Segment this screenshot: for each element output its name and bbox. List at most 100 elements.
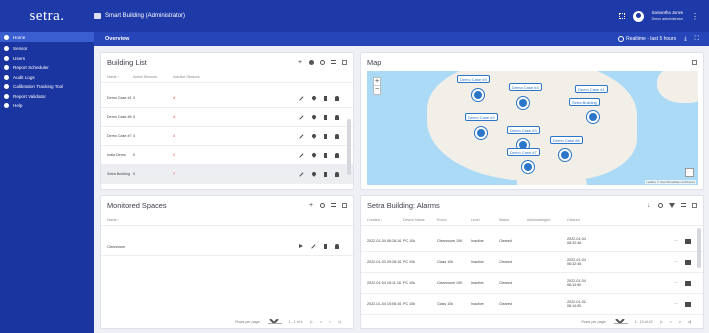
map-marker-icon[interactable]: [559, 149, 571, 161]
column-status[interactable]: Status: [499, 218, 527, 222]
fullscreen-icon[interactable]: ⛶: [695, 36, 699, 43]
zoom-out-button[interactable]: −: [374, 86, 380, 94]
map-label-demo-case-7[interactable]: Demo Case #7: [507, 148, 540, 156]
sidebar-item-report-validator[interactable]: Report Validator: [0, 92, 94, 102]
more-icon[interactable]: ···: [674, 239, 678, 244]
column-device[interactable]: Device Name: [403, 218, 437, 222]
sidebar-item-audit-logs[interactable]: Audit Logs: [0, 73, 94, 83]
sidebar-item-sensor[interactable]: Sensor: [0, 44, 94, 54]
sidebar-item-users[interactable]: Users: [0, 54, 94, 64]
last-page-icon[interactable]: >|: [338, 320, 341, 324]
column-cleared[interactable]: Cleared: [567, 218, 597, 222]
sidebar-item-help[interactable]: Help: [0, 101, 94, 111]
edit-icon[interactable]: [298, 114, 304, 120]
sidebar-item-home[interactable]: Home: [0, 32, 94, 42]
table-row[interactable]: 2022-01-04 08:28:16 PC 10k Cleanroom 10K…: [361, 231, 703, 252]
location-icon[interactable]: [310, 113, 317, 120]
map-label-demo-case-5[interactable]: Demo Case #5: [457, 75, 490, 83]
map-label-demo-case-2[interactable]: Demo Case #2: [465, 113, 498, 121]
columns-icon[interactable]: [331, 203, 336, 207]
column-acknowledged[interactable]: Acknowledged: [527, 218, 567, 222]
map-attribution[interactable]: Leaflet | © OpenStreetMap contributors: [645, 180, 696, 184]
search-icon[interactable]: [658, 202, 663, 208]
delete-icon[interactable]: [323, 114, 327, 120]
first-page-icon[interactable]: |<: [310, 320, 313, 324]
alarm-icon[interactable]: [335, 114, 339, 120]
sidebar-item-calibration[interactable]: Calibration Tracking Tool: [0, 82, 94, 92]
table-row[interactable]: 2022-01-04 16:11:16 PC 10k Cleanroom 10K…: [361, 273, 703, 294]
table-row[interactable]: Cleanroom: [101, 238, 353, 256]
alarm-icon[interactable]: [335, 152, 339, 158]
comment-icon[interactable]: [685, 280, 691, 286]
delete-icon[interactable]: [323, 95, 327, 101]
expand-icon[interactable]: [692, 59, 697, 65]
column-active[interactable]: Active Sensors: [133, 75, 173, 79]
settings-icon[interactable]: [309, 59, 314, 65]
map-label-demo-case-6[interactable]: Demo Case #6: [550, 136, 583, 144]
realtime-selector[interactable]: Realtime - last 5 hours: [618, 36, 676, 42]
add-icon[interactable]: [309, 203, 314, 208]
table-row[interactable]: Demo Case #7 0 4: [101, 127, 353, 146]
more-icon[interactable]: ···: [674, 302, 678, 307]
more-icon[interactable]: ···: [674, 260, 678, 265]
map-marker-icon[interactable]: [522, 161, 534, 173]
play-icon[interactable]: [298, 244, 303, 248]
delete-icon[interactable]: [323, 171, 327, 177]
map-marker-icon[interactable]: [587, 111, 599, 123]
map-label-setra-building[interactable]: Setra Building: [569, 98, 600, 106]
locate-icon[interactable]: [685, 168, 694, 177]
user-avatar-icon[interactable]: [632, 10, 644, 22]
column-name[interactable]: Name ↑: [107, 218, 119, 222]
more-icon[interactable]: ···: [674, 281, 678, 286]
alarm-icon[interactable]: [335, 244, 339, 249]
filter-icon[interactable]: [669, 202, 675, 208]
columns-icon[interactable]: [331, 60, 336, 64]
setra-logo[interactable]: setra.: [0, 8, 94, 25]
rows-per-page-select[interactable]: 10: [613, 319, 628, 324]
column-created[interactable]: Created ↓: [367, 218, 403, 222]
next-page-icon[interactable]: >: [679, 320, 681, 324]
alarm-icon[interactable]: [335, 95, 339, 101]
edit-icon[interactable]: [298, 133, 304, 139]
delete-icon[interactable]: [323, 244, 327, 249]
columns-icon[interactable]: [681, 203, 686, 207]
location-icon[interactable]: [310, 94, 317, 101]
user-info[interactable]: Samantha Jones Demo administrator: [652, 10, 683, 22]
building-list-scrollbar[interactable]: [347, 119, 351, 175]
edit-icon[interactable]: [310, 244, 316, 249]
location-icon[interactable]: [310, 151, 317, 158]
expand-icon[interactable]: [692, 202, 697, 208]
edit-icon[interactable]: [298, 152, 304, 158]
expand-icon[interactable]: [342, 202, 347, 208]
comment-icon[interactable]: [685, 301, 691, 307]
alarm-icon[interactable]: [335, 171, 339, 177]
table-row[interactable]: 2022-01-04 15:08:16 PC 10k Class 10k Ina…: [361, 294, 703, 315]
table-row[interactable]: India Demo 0 2: [101, 146, 353, 165]
location-icon[interactable]: [310, 170, 317, 177]
rows-per-page-select[interactable]: 10: [267, 319, 282, 324]
delete-icon[interactable]: [323, 133, 327, 139]
map-marker-icon[interactable]: [517, 97, 529, 109]
comment-icon[interactable]: [685, 259, 691, 265]
search-icon[interactable]: [320, 59, 325, 65]
delete-icon[interactable]: [323, 152, 327, 158]
add-icon[interactable]: [298, 60, 303, 65]
prev-page-icon[interactable]: <: [320, 320, 322, 324]
column-room[interactable]: Room: [437, 218, 471, 222]
table-row[interactable]: 2022-01-03 09:28:16 PC 10k Class 10k Ina…: [361, 252, 703, 273]
column-inactive[interactable]: Inactive Sensors: [173, 75, 223, 79]
column-level[interactable]: Level: [471, 218, 499, 222]
last-page-icon[interactable]: >|: [688, 320, 691, 324]
table-row[interactable]: Demo Case #6 0 4: [101, 108, 353, 127]
edit-icon[interactable]: [298, 171, 304, 177]
map-label-demo-case-4[interactable]: Demo Case #4: [509, 83, 542, 91]
table-row-selected[interactable]: Setra Building 5 7: [101, 165, 353, 184]
map-canvas[interactable]: + − Demo Case #5 Demo Case #4 Demo Case …: [367, 71, 698, 185]
map-marker-icon[interactable]: [472, 89, 484, 101]
location-icon[interactable]: [310, 132, 317, 139]
search-icon[interactable]: [320, 202, 325, 208]
alarms-scrollbar[interactable]: [697, 228, 701, 268]
download-icon[interactable]: [647, 203, 652, 208]
alarm-icon[interactable]: [335, 133, 339, 139]
comment-icon[interactable]: [685, 238, 691, 244]
